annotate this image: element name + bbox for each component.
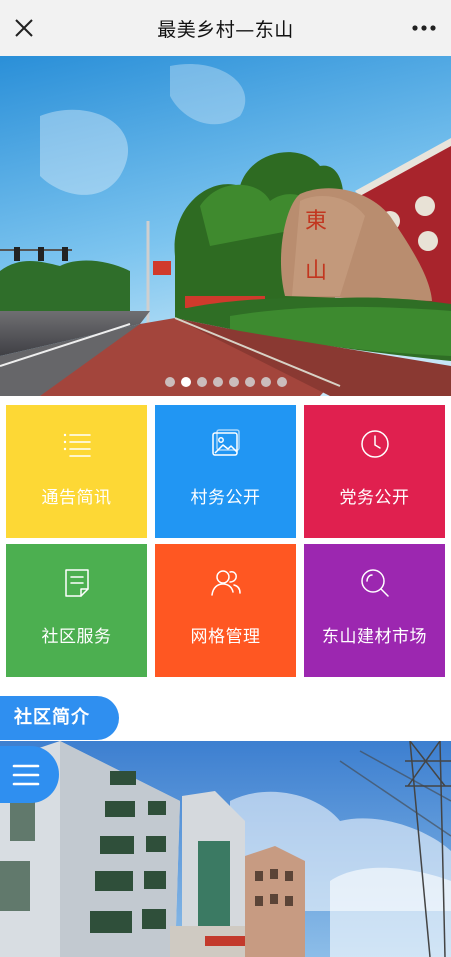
image-icon	[211, 429, 240, 456]
list-icon	[63, 433, 91, 457]
carousel-dot[interactable]	[276, 377, 287, 387]
community-intro-image	[0, 741, 451, 957]
carousel-dot[interactable]	[212, 377, 223, 387]
carousel-dot[interactable]	[196, 377, 207, 387]
carousel-dot[interactable]	[164, 377, 175, 387]
menu-tile-village-affairs[interactable]: 村务公开	[155, 405, 296, 538]
menu-tile-party-affairs[interactable]: 党务公开	[304, 405, 445, 538]
menu-tile-label: 社区服务	[41, 627, 112, 647]
menu-tile-building-market[interactable]: 东山建材市场	[304, 544, 445, 677]
users-icon	[210, 570, 241, 596]
menu-tile-label: 党务公开	[339, 488, 410, 508]
svg-text:山: 山	[305, 259, 327, 284]
page-title: 最美乡村—东山	[157, 19, 294, 41]
more-icon[interactable]	[409, 16, 439, 40]
menu-tile-community-services[interactable]: 社区服务	[6, 544, 147, 677]
menu-tile-label: 通告简讯	[41, 488, 112, 508]
section-title-tag: 社区简介	[0, 696, 119, 740]
document-icon	[64, 569, 89, 597]
carousel-dot-active[interactable]	[180, 377, 191, 387]
search-icon	[360, 569, 389, 597]
carousel-indicators	[0, 377, 451, 391]
menu-tile-grid-management[interactable]: 网格管理	[155, 544, 296, 677]
clock-icon	[360, 430, 389, 458]
menu-tile-label: 村务公开	[190, 488, 261, 508]
banner-image: 東 山	[0, 56, 451, 396]
menu-tile-label: 网格管理	[190, 627, 261, 647]
carousel-dot[interactable]	[260, 377, 271, 387]
top-nav-bar: 最美乡村—东山	[0, 0, 451, 56]
menu-tile-label: 东山建材市场	[322, 627, 427, 647]
menu-tile-notices[interactable]: 通告简讯	[6, 405, 147, 538]
carousel-dot[interactable]	[244, 377, 255, 387]
banner-carousel[interactable]: 東 山	[0, 56, 451, 396]
menu-icon	[12, 764, 40, 786]
floating-menu-button[interactable]	[0, 746, 59, 803]
carousel-dot[interactable]	[228, 377, 239, 387]
svg-text:東: 東	[305, 209, 327, 234]
